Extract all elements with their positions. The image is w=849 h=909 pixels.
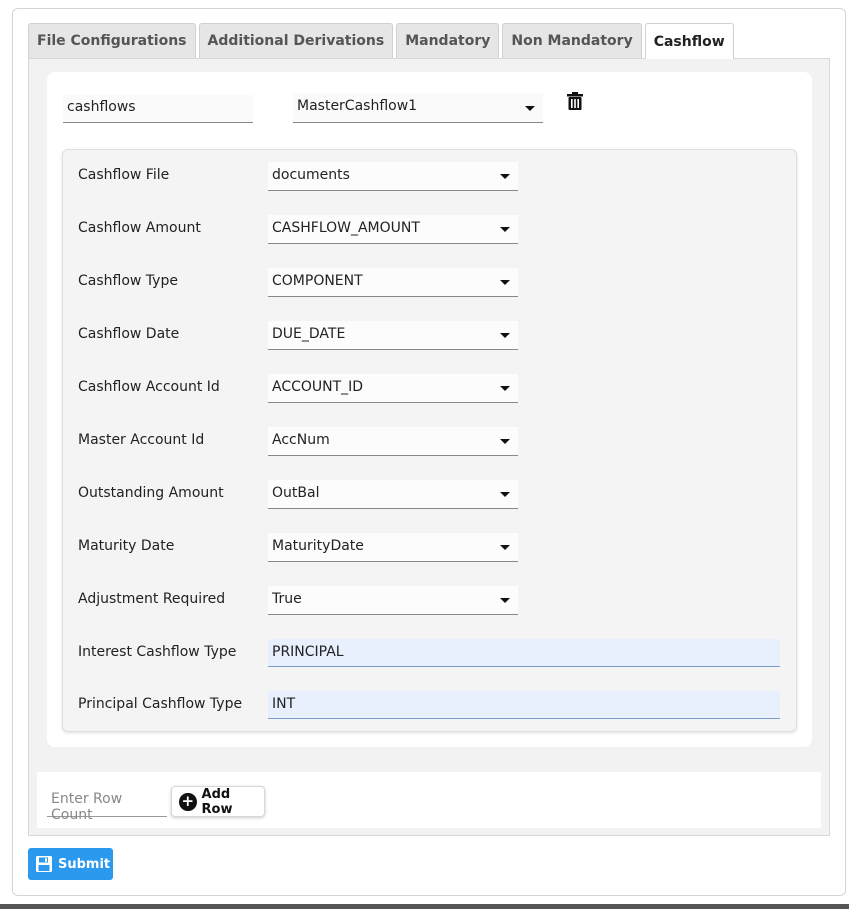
- select-cashflow-file[interactable]: documents: [268, 162, 518, 191]
- cashflow-name-input[interactable]: cashflows: [63, 95, 253, 123]
- cashflow-config-select-value: MasterCashflow1: [297, 98, 418, 114]
- field-label-outstanding-amount: Outstanding Amount: [78, 485, 224, 501]
- field-label-cashflow-date: Cashflow Date: [78, 326, 180, 342]
- caret-down-icon: [525, 105, 535, 111]
- submit-label: Submit: [58, 856, 111, 872]
- add-row-button[interactable]: + Add Row: [171, 786, 265, 817]
- field-label-cashflow-account-id: Cashflow Account Id: [78, 379, 220, 395]
- select-maturity-date[interactable]: MaturityDate: [268, 533, 518, 562]
- cashflow-fields-box: Cashflow File documents Cashflow Amount …: [62, 149, 797, 732]
- caret-down-icon: [500, 280, 510, 285]
- row-count-input[interactable]: Enter Row Count: [47, 787, 167, 823]
- select-value: documents: [272, 167, 350, 183]
- tab-cashflow[interactable]: Cashflow: [644, 23, 734, 59]
- cashflow-config-card: cashflows MasterCashflow1 Cashflow File …: [47, 72, 812, 747]
- caret-down-icon: [500, 439, 510, 444]
- field-label-cashflow-type: Cashflow Type: [78, 273, 178, 289]
- field-label-principal-cashflow-type: Principal Cashflow Type: [78, 696, 243, 712]
- field-label-interest-cashflow-type: Interest Cashflow Type: [78, 644, 237, 660]
- caret-down-icon: [500, 174, 510, 179]
- field-label-maturity-date: Maturity Date: [78, 538, 175, 554]
- caret-down-icon: [500, 333, 510, 338]
- caret-down-icon: [500, 227, 510, 232]
- select-value: AccNum: [272, 432, 330, 448]
- tab-non-mandatory[interactable]: Non Mandatory: [502, 23, 642, 58]
- field-label-master-account-id: Master Account Id: [78, 432, 205, 448]
- cashflow-tab-panel: cashflows MasterCashflow1 Cashflow File …: [28, 58, 830, 836]
- select-value: MaturityDate: [272, 538, 364, 554]
- input-principal-cashflow-type[interactable]: INT: [268, 691, 780, 719]
- select-value: CASHFLOW_AMOUNT: [272, 220, 420, 236]
- submit-button[interactable]: Submit: [28, 848, 113, 880]
- row-controls: Enter Row Count + Add Row: [37, 772, 821, 828]
- bottom-border: [0, 904, 849, 909]
- select-master-account-id[interactable]: AccNum: [268, 427, 518, 456]
- caret-down-icon: [500, 386, 510, 391]
- input-interest-cashflow-type[interactable]: PRINCIPAL: [268, 639, 780, 667]
- cashflow-config-select[interactable]: MasterCashflow1: [293, 93, 543, 123]
- select-cashflow-amount[interactable]: CASHFLOW_AMOUNT: [268, 215, 518, 244]
- select-cashflow-type[interactable]: COMPONENT: [268, 268, 518, 297]
- add-row-label: Add Row: [201, 786, 233, 817]
- select-cashflow-account-id[interactable]: ACCOUNT_ID: [268, 374, 518, 403]
- select-outstanding-amount[interactable]: OutBal: [268, 480, 518, 509]
- caret-down-icon: [500, 545, 510, 550]
- tab-additional-derivations[interactable]: Additional Derivations: [198, 23, 394, 58]
- floppy-disk-icon: [36, 856, 52, 872]
- select-value: True: [272, 591, 302, 607]
- field-label-cashflow-file: Cashflow File: [78, 167, 170, 183]
- field-label-adjustment-required: Adjustment Required: [78, 591, 226, 607]
- select-value: ACCOUNT_ID: [272, 379, 364, 395]
- caret-down-icon: [500, 492, 510, 497]
- tab-file-configurations[interactable]: File Configurations: [28, 23, 196, 58]
- tab-mandatory[interactable]: Mandatory: [396, 23, 500, 58]
- select-value: OutBal: [272, 485, 320, 501]
- select-cashflow-date[interactable]: DUE_DATE: [268, 321, 518, 350]
- trash-icon[interactable]: [567, 92, 589, 114]
- select-adjustment-required[interactable]: True: [268, 586, 518, 615]
- caret-down-icon: [500, 598, 510, 603]
- select-value: DUE_DATE: [272, 326, 346, 342]
- select-value: COMPONENT: [272, 273, 363, 289]
- field-label-cashflow-amount: Cashflow Amount: [78, 220, 201, 236]
- tab-bar: File Configurations Additional Derivatio…: [28, 23, 737, 59]
- plus-circle-icon: +: [179, 792, 197, 811]
